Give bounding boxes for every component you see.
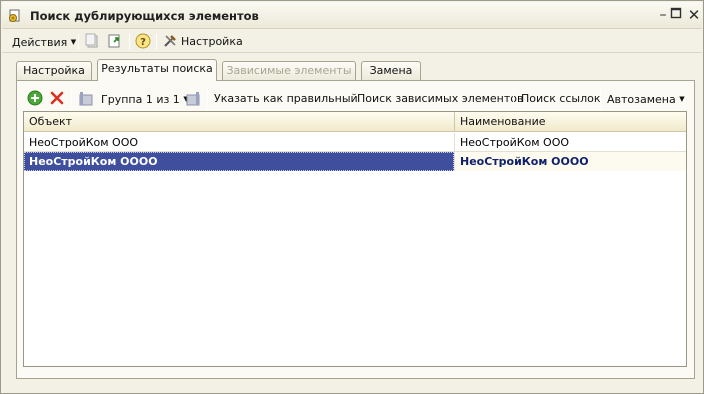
- actions-menu[interactable]: Действия ▼: [12, 34, 76, 50]
- group-back-icon[interactable]: [78, 90, 94, 106]
- tab-replace[interactable]: Замена: [361, 61, 421, 80]
- title-bar[interactable]: Поиск дублирующихся элементов – ✕: [2, 2, 702, 29]
- help-icon[interactable]: ?: [135, 33, 151, 49]
- column-header-object[interactable]: Объект: [24, 112, 454, 132]
- mark-correct-button[interactable]: Указать как правильный: [214, 91, 358, 107]
- svg-text:?: ?: [140, 37, 146, 48]
- tab-settings[interactable]: Настройка: [16, 61, 92, 80]
- column-header-name[interactable]: Наименование: [454, 112, 686, 132]
- group-selector-label: Группа 1 из 1: [101, 93, 180, 106]
- toolbar-separator: [513, 91, 514, 107]
- maximize-button[interactable]: [668, 7, 684, 23]
- cell-object[interactable]: НеоСтройКом ОООО: [24, 152, 454, 171]
- actions-menu-label: Действия: [12, 36, 68, 49]
- settings-tools-icon[interactable]: [162, 33, 178, 49]
- toolbar-separator: [129, 34, 130, 50]
- toolbar-separator: [78, 34, 79, 50]
- find-references-button[interactable]: Поиск ссылок: [521, 91, 601, 107]
- move-up-icon[interactable]: [84, 33, 100, 49]
- toolbar-separator: [350, 91, 351, 107]
- group-forward-icon[interactable]: [185, 90, 201, 106]
- settings-button[interactable]: Настройка: [181, 34, 243, 50]
- add-icon[interactable]: [27, 90, 43, 106]
- tab-dependent-elements[interactable]: Зависимые элементы: [222, 61, 356, 80]
- close-window-button[interactable]: ✕: [686, 7, 702, 23]
- dropdown-arrow-icon: ▼: [679, 95, 685, 103]
- cell-object[interactable]: НеоСтройКом ООО: [24, 133, 454, 152]
- toolbar-separator: [71, 91, 72, 107]
- delete-icon[interactable]: [49, 90, 65, 106]
- go-to-icon[interactable]: [107, 33, 123, 49]
- toolbar-separator: [207, 91, 208, 107]
- group-selector[interactable]: Группа 1 из 1 ▼: [101, 91, 189, 107]
- dialog-window: Поиск дублирующихся элементов – ✕ Действ…: [0, 0, 704, 394]
- dropdown-arrow-icon: ▼: [70, 38, 77, 46]
- find-dependent-button[interactable]: Поиск зависимых элементов: [357, 91, 523, 107]
- autoreplace-label: Автозамена: [607, 93, 676, 106]
- cell-name[interactable]: НеоСтройКом ООО: [454, 133, 686, 152]
- autoreplace-menu[interactable]: Автозамена ▼: [607, 91, 685, 107]
- table-row-selected[interactable]: НеоСтройКом ОООО НеоСтройКом ОООО: [24, 152, 686, 171]
- toolbar-separator: [600, 91, 601, 107]
- toolbar-separator: [156, 34, 157, 50]
- cell-name[interactable]: НеоСтройКом ОООО: [454, 152, 686, 171]
- app-icon: [9, 9, 20, 22]
- maximize-icon: [670, 7, 682, 19]
- main-toolbar: Действия ▼ ? Настройка: [2, 30, 702, 53]
- window-title: Поиск дублирующихся элементов: [30, 9, 259, 23]
- tab-search-results[interactable]: Результаты поиска: [97, 59, 217, 81]
- results-table[interactable]: Объект Наименование НеоСтройКом ООО НеоС…: [23, 111, 687, 367]
- table-row[interactable]: НеоСтройКом ООО НеоСтройКом ООО: [24, 133, 686, 152]
